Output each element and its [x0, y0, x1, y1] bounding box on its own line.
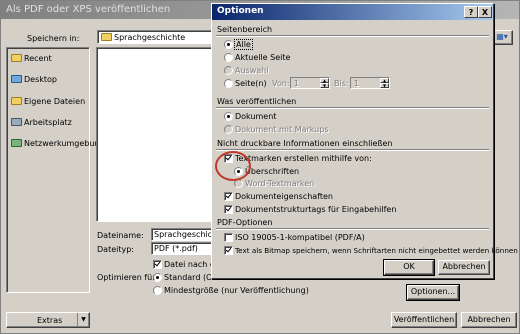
page-range-selection-label: Auswahl — [235, 66, 269, 75]
tools-dropdown-arrow: ▼ — [77, 313, 89, 327]
page-range-pages-radio[interactable] — [224, 79, 233, 88]
publish-button[interactable]: Veröffentlichen — [391, 312, 457, 328]
optimize-standard-radio[interactable] — [153, 273, 162, 282]
desktop-icon — [11, 75, 22, 83]
place-desktop[interactable]: Desktop — [11, 75, 57, 84]
to-label: Bis: — [334, 79, 349, 88]
views-menu-button[interactable]: ▦▾ — [491, 30, 513, 45]
filetype-value: PDF (*.pdf) — [154, 244, 198, 253]
pdf-options-heading: PDF-Optionen — [217, 218, 273, 227]
iso-label: ISO 19005-1-kompatibel (PDF/A) — [235, 233, 365, 242]
iso-checkbox[interactable] — [224, 233, 233, 242]
folder-icon — [101, 33, 112, 41]
bitmap-checkbox[interactable] — [224, 246, 233, 255]
place-my-documents-label: Eigene Dateien — [24, 97, 86, 106]
page-range-current-radio[interactable] — [224, 53, 233, 62]
publish-document-label: Dokument — [235, 112, 277, 121]
recent-folder-icon — [11, 54, 22, 62]
headings-label: Überschriften — [245, 167, 300, 176]
bitmap-label: Text als Bitmap speichern, wenn Schrifta… — [235, 246, 518, 255]
structure-tags-label: Dokumentstrukturtags für Eingabehilfen — [235, 205, 397, 214]
nonprint-heading: Nicht druckbare Informationen einschließ… — [217, 139, 393, 148]
my-documents-icon — [11, 97, 22, 105]
publish-document-radio[interactable] — [224, 112, 233, 121]
page-range-heading: Seitenbereich — [217, 25, 273, 34]
optimize-label: Optimieren für: — [97, 273, 159, 282]
tools-button[interactable]: Extras ▼ — [6, 312, 90, 328]
network-icon — [11, 139, 22, 147]
save-in-label: Speichern in: — [27, 34, 80, 43]
optimize-min-label: Mindestgröße (nur Veröffentlichung) — [164, 286, 309, 295]
options-button[interactable]: Optionen... — [406, 284, 460, 301]
doc-properties-checkbox[interactable] — [224, 192, 233, 201]
help-icon[interactable]: ? — [464, 6, 478, 18]
place-recent-label: Recent — [24, 54, 52, 63]
highlight-circle — [215, 151, 251, 181]
place-recent[interactable]: Recent — [11, 54, 52, 63]
from-spinner[interactable]: 1 ▲ ▼ — [290, 77, 330, 89]
save-in-value: Sprachgeschichte — [114, 33, 186, 42]
open-after-checkbox[interactable] — [153, 260, 162, 269]
options-cancel-button[interactable]: Abbrechen — [438, 260, 490, 275]
word-bookmarks-label: Word-Textmarken — [245, 179, 315, 188]
page-range-all-label: Alle — [234, 39, 253, 50]
structure-tags-checkbox[interactable] — [224, 205, 233, 214]
cancel-button[interactable]: Abbrechen — [461, 312, 517, 328]
to-down-icon[interactable]: ▼ — [380, 83, 389, 88]
filename-value: Sprachgeschichte. — [154, 230, 214, 239]
close-icon[interactable]: X — [478, 6, 492, 18]
page-range-current-label: Aktuelle Seite — [235, 53, 291, 62]
options-titlebar[interactable]: Optionen — [212, 4, 493, 20]
from-label: Von: — [272, 79, 290, 88]
filename-input[interactable]: Sprachgeschichte. — [151, 228, 215, 241]
nonprint-divider — [216, 149, 489, 151]
save-in-combo[interactable]: Sprachgeschichte — [97, 30, 215, 44]
place-my-documents[interactable]: Eigene Dateien — [11, 97, 85, 106]
page-range-selection-radio[interactable] — [224, 66, 233, 75]
optimize-min-radio[interactable] — [153, 286, 162, 295]
publish-markup-label: Dokument mit Markups — [235, 125, 329, 134]
ok-button[interactable]: OK — [383, 259, 435, 276]
publish-what-heading: Was veröffentlichen — [217, 97, 297, 106]
page-range-pages-label: Seite(n) — [235, 79, 267, 88]
from-down-icon[interactable]: ▼ — [320, 83, 329, 88]
filetype-label: Dateityp: — [97, 245, 134, 254]
publish-markup-radio[interactable] — [224, 125, 233, 134]
filename-label: Dateiname: — [97, 231, 144, 240]
pdf-options-divider — [216, 228, 489, 230]
page-range-divider — [216, 35, 489, 37]
place-my-computer[interactable]: Arbeitsplatz — [11, 118, 72, 127]
place-desktop-label: Desktop — [24, 75, 57, 84]
options-title: Optionen — [217, 6, 264, 16]
from-value: 1 — [294, 79, 300, 88]
tools-button-label: Extras — [37, 316, 63, 325]
my-computer-icon — [11, 118, 22, 126]
place-network[interactable]: Netzwerkumgebung — [11, 139, 105, 148]
filetype-select[interactable]: PDF (*.pdf) — [151, 242, 215, 255]
file-list[interactable] — [96, 47, 216, 222]
publish-what-divider — [216, 107, 489, 109]
place-network-label: Netzwerkumgebung — [24, 139, 105, 148]
options-dialog: Optionen ? X Seitenbereich Alle Aktuelle… — [211, 3, 518, 279]
doc-properties-label: Dokumenteigenschaften — [235, 192, 333, 201]
to-spinner[interactable]: 1 ▲ ▼ — [350, 77, 390, 89]
place-my-computer-label: Arbeitsplatz — [24, 118, 72, 127]
bookmarks-label: Textmarken erstellen mithilfe von: — [235, 154, 372, 163]
page-range-all-radio[interactable] — [224, 40, 233, 49]
to-value: 1 — [354, 79, 360, 88]
